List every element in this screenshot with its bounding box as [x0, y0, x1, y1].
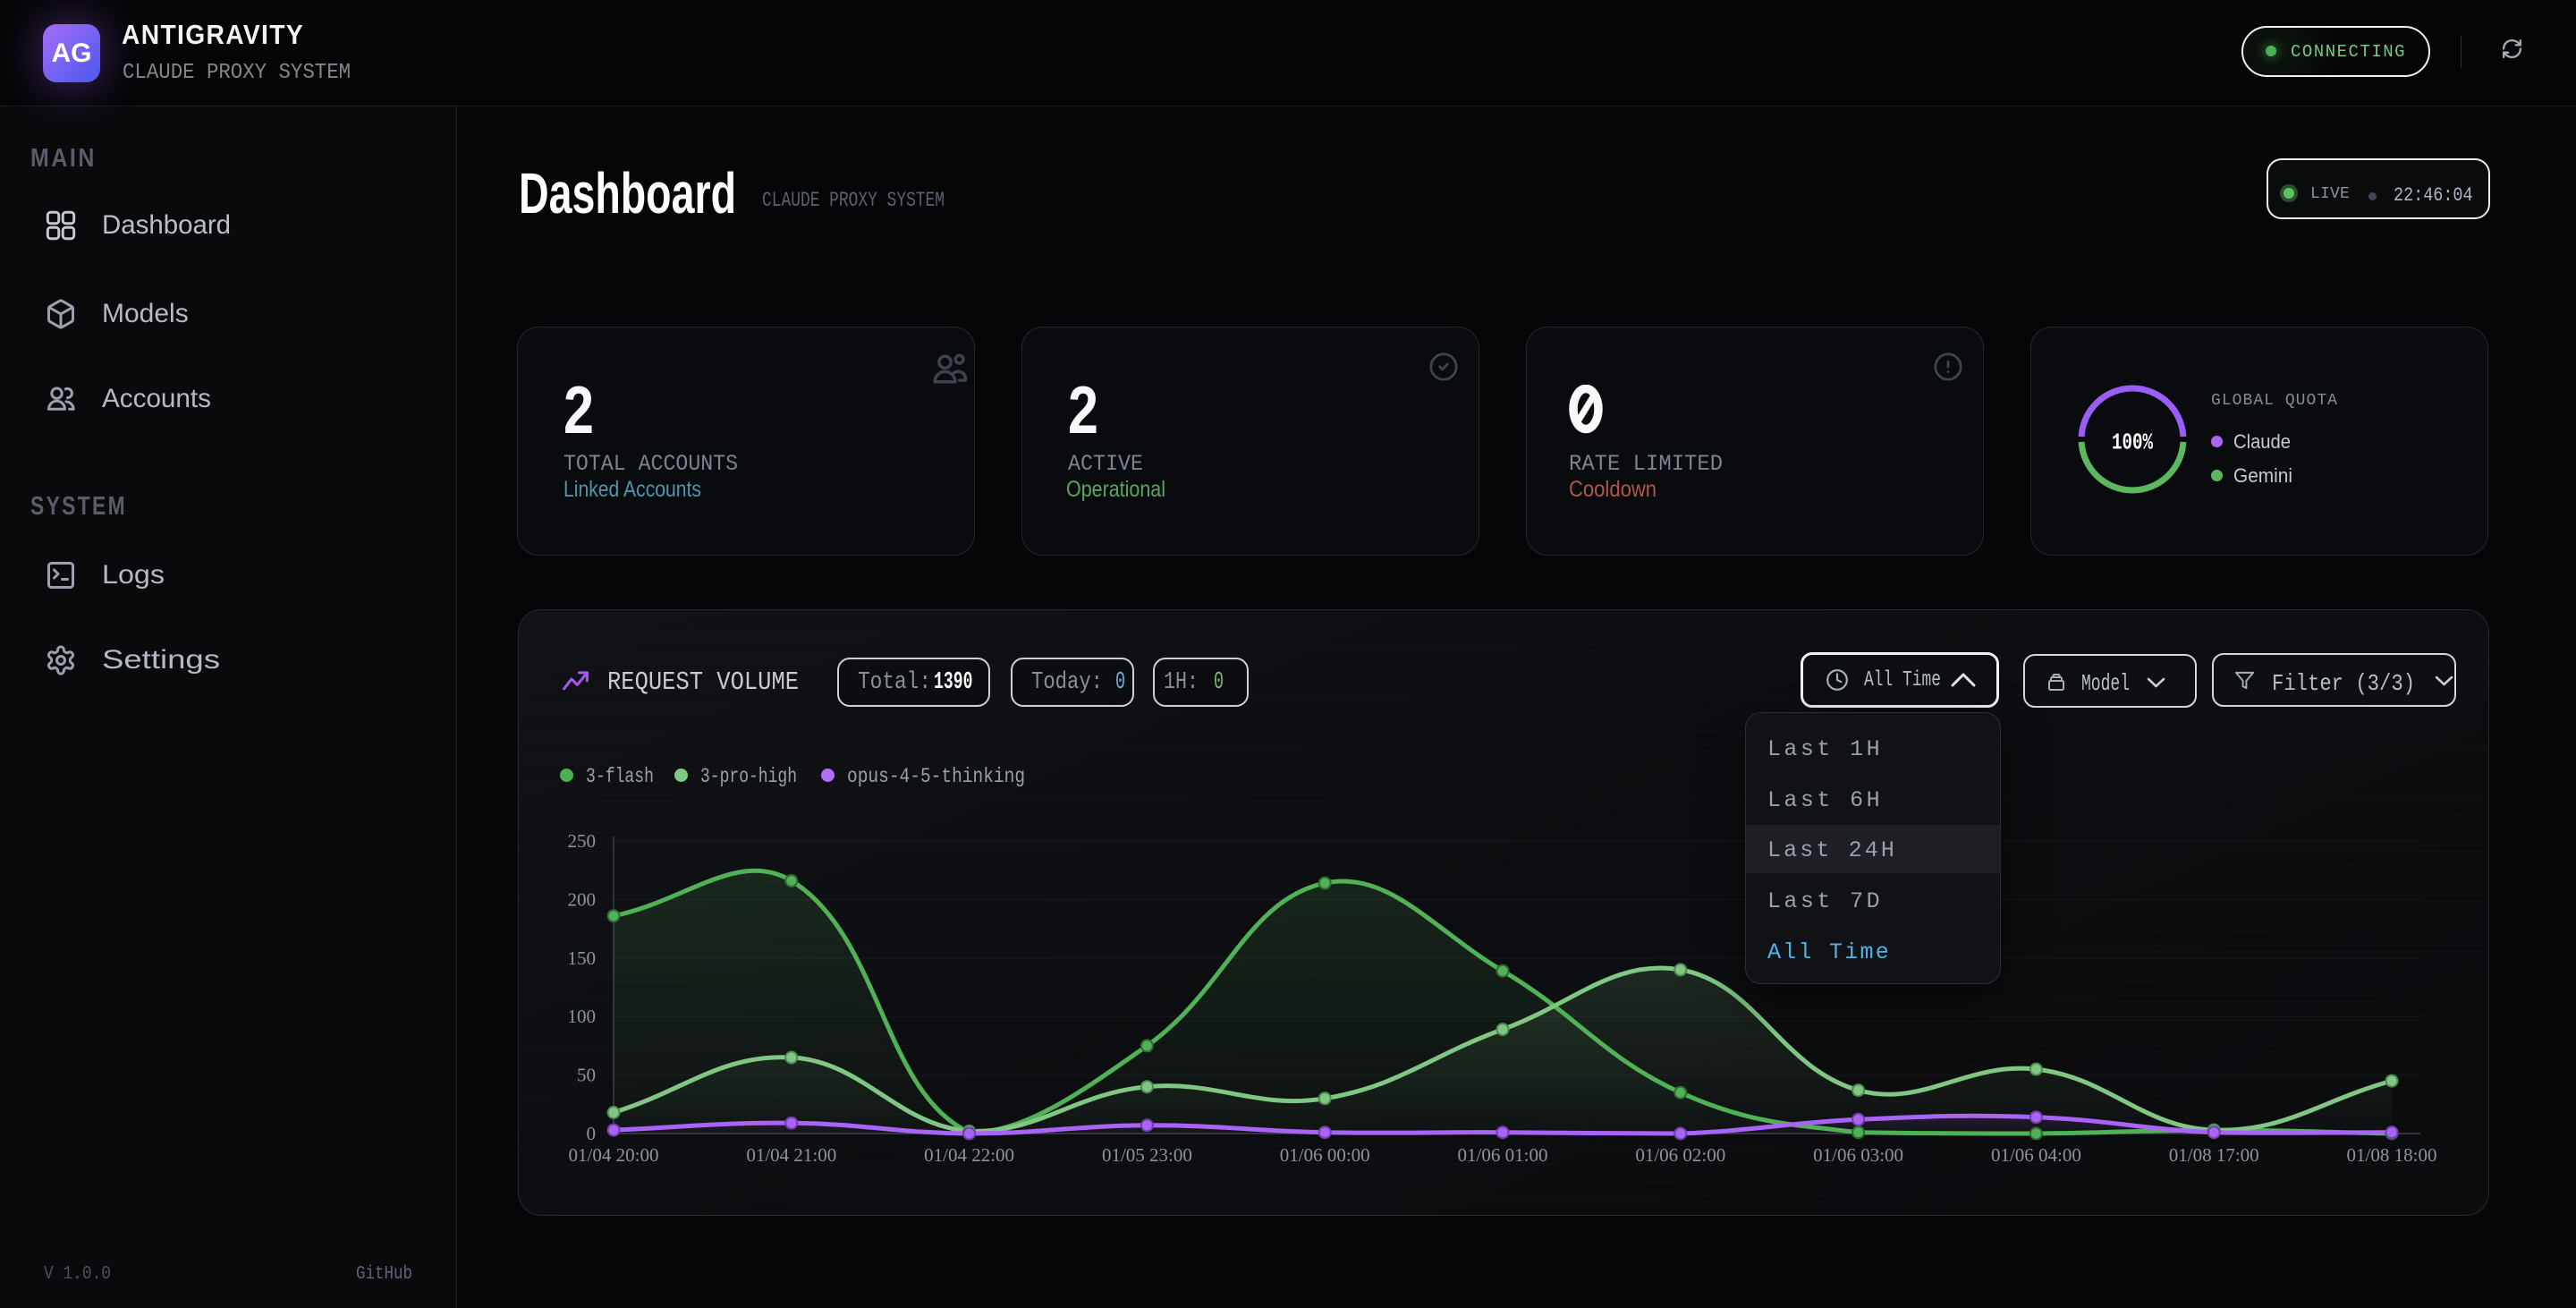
svg-text:100%: 100%: [2112, 429, 2153, 456]
